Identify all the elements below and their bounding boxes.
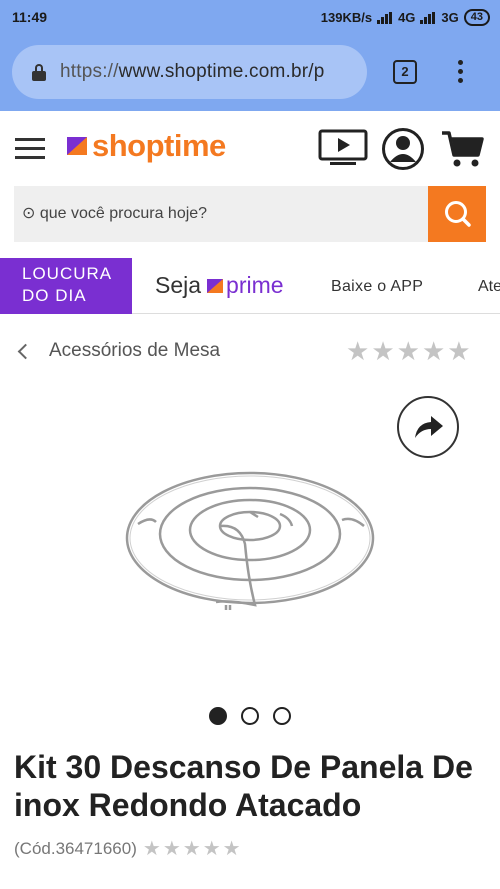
network-type-1: 4G [398,10,416,25]
loucura-line-1: LOUCURA [22,264,113,283]
search-icon [445,201,471,227]
star-icon: ★ [162,838,181,860]
hamburger-menu-icon[interactable] [15,138,45,160]
status-time: 11:49 [12,9,48,25]
product-code-row: (Cód.36471660) ★ ★ ★ ★ ★ [14,836,241,861]
address-bar[interactable]: https://www.shoptime.com.br/p [12,45,367,99]
url-text: https://www.shoptime.com.br/p [60,61,325,82]
tab-switcher-button[interactable]: 2 [393,60,417,84]
site-header: shoptime [0,111,500,185]
star-icon: ★ [182,838,201,860]
chevron-left-icon [17,343,34,359]
star-icon: ★ [142,838,161,860]
battery-icon: 43 [463,9,490,26]
star-icon: ★ [421,336,446,366]
status-bar: 11:49 139KB/s 4G 3G 43 [0,0,500,36]
tv-icon[interactable] [318,128,368,168]
baixe-app-link[interactable]: Baixe o APP [331,278,423,296]
breadcrumb[interactable]: Acessórios de Mesa [16,340,220,362]
loucura-do-dia-link[interactable]: LOUCURA DO DIA [0,258,132,314]
breadcrumb-label: Acessórios de Mesa [49,340,221,361]
gallery-dot[interactable] [241,707,259,725]
shoptime-logo[interactable]: shoptime [67,128,226,164]
product-rating-stars: ★ ★ ★ ★ ★ [143,836,241,861]
product-code: (Cód.36471660) [14,838,137,858]
rating-stars: ★ ★ ★ ★ ★ [346,336,471,366]
seja-label: Seja [155,272,202,298]
star-icon: ★ [447,336,471,366]
share-arrow-icon [415,416,443,438]
signal-icon [420,11,436,24]
share-button[interactable] [397,396,459,458]
signal-icon [377,11,393,24]
gallery-dot[interactable] [273,707,291,725]
network-type-2: 3G [441,10,459,25]
loucura-line-2: DO DIA [22,286,87,305]
prime-logo-mark [207,278,224,293]
search-input[interactable] [14,186,427,242]
prime-label: prime [226,272,284,298]
nav-next-link[interactable]: Ate [478,278,500,296]
seja-prime-link[interactable]: Seja prime [155,272,284,299]
gallery-dot[interactable] [209,707,227,725]
cart-icon[interactable] [440,129,484,169]
status-indicators: 139KB/s 4G 3G 43 [321,9,490,26]
logo-mark [67,137,87,155]
network-speed: 139KB/s [320,10,373,25]
lock-icon [32,63,46,81]
star-icon: ★ [371,336,395,366]
account-icon[interactable] [381,127,425,171]
promo-nav-strip: LOUCURA DO DIA Seja prime Baixe o APP At… [0,258,500,314]
star-icon: ★ [396,336,420,366]
more-menu-icon[interactable] [450,56,470,90]
star-icon: ★ [202,838,221,860]
logo-text: shoptime [92,128,226,163]
browser-toolbar: https://www.shoptime.com.br/p 2 [0,36,500,111]
product-image[interactable] [120,460,380,620]
product-title: Kit 30 Descanso De Panela De inox Redond… [14,749,473,823]
search-bar [14,186,486,242]
search-button[interactable] [428,186,486,242]
star-icon: ★ [346,336,370,366]
gallery-pagination [209,707,291,725]
star-icon: ★ [222,838,241,860]
